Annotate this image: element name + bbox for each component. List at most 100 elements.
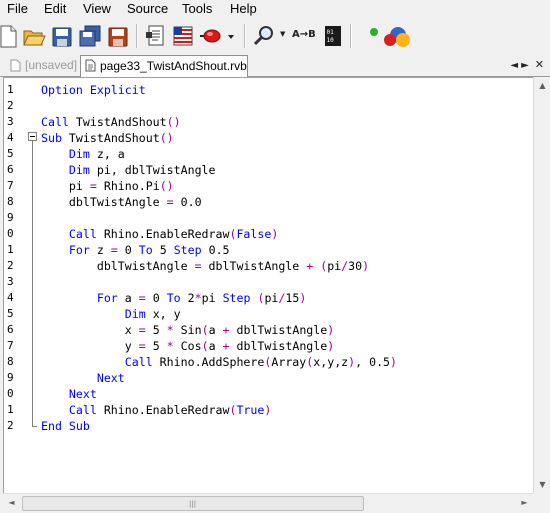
binary-icon[interactable]: 01 10 bbox=[324, 23, 342, 49]
save-all-icon[interactable] bbox=[78, 23, 102, 49]
scroll-right-icon[interactable]: ► bbox=[516, 494, 533, 511]
code-operator: ) bbox=[390, 355, 398, 369]
line-number: 4 bbox=[7, 131, 14, 144]
tab-unsaved[interactable]: [unsaved] bbox=[6, 56, 78, 75]
code-line[interactable]: Call TwistAndShout() bbox=[41, 114, 181, 130]
code-keyword: End Sub bbox=[41, 419, 90, 433]
code-line[interactable]: Dim x, y bbox=[41, 306, 181, 322]
find-icon[interactable] bbox=[252, 23, 276, 49]
line-number: 0 bbox=[7, 387, 14, 400]
open-folder-icon[interactable] bbox=[22, 23, 46, 49]
code-line[interactable]: End Sub bbox=[41, 418, 90, 434]
code-line[interactable]: x = 5 * Sin(a + dblTwistAngle) bbox=[41, 322, 334, 338]
code-operator: = bbox=[110, 243, 118, 257]
code-keyword: Dim bbox=[124, 307, 146, 321]
line-number: 7 bbox=[7, 179, 14, 192]
code-editor[interactable]: 1 Option Explicit 2 3 Call TwistAndShout() 4 S… bbox=[3, 77, 535, 495]
code-operator: ) bbox=[271, 227, 279, 241]
scroll-up-icon[interactable]: ▲ bbox=[534, 77, 550, 94]
menu-view[interactable]: View bbox=[83, 1, 111, 17]
code-operator: ) bbox=[327, 339, 335, 353]
code-line[interactable]: Dim z, a bbox=[41, 146, 125, 162]
code-text: dblTwistAngle bbox=[229, 339, 328, 353]
code-line[interactable]: Next bbox=[41, 370, 125, 386]
menu-source[interactable]: Source bbox=[127, 1, 168, 17]
tab-scroll-left-icon[interactable]: ◄ bbox=[510, 60, 518, 71]
code-line[interactable]: Sub TwistAndShout() bbox=[41, 130, 174, 146]
fold-end bbox=[32, 426, 37, 427]
code-text: x bbox=[41, 323, 139, 337]
code-line[interactable]: Call Rhino.EnableRedraw(True) bbox=[41, 402, 271, 418]
dropdown-icon[interactable] bbox=[224, 23, 238, 49]
code-keyword: To bbox=[166, 291, 181, 305]
code-operator: = bbox=[89, 179, 97, 193]
run-script-icon[interactable] bbox=[198, 23, 222, 49]
fold-toggle-icon[interactable] bbox=[28, 132, 37, 141]
code-text: 30 bbox=[348, 259, 363, 273]
line-number: 2 bbox=[7, 99, 14, 112]
code-operator: ) bbox=[264, 403, 272, 417]
code-line[interactable]: Option Explicit bbox=[41, 82, 146, 98]
code-line[interactable]: dblTwistAngle = 0.0 bbox=[41, 194, 202, 210]
tab-label: [unsaved] bbox=[25, 58, 78, 72]
code-line[interactable]: Next bbox=[41, 386, 97, 402]
line-number: 7 bbox=[7, 339, 14, 352]
scroll-down-icon[interactable]: ▼ bbox=[534, 476, 550, 493]
code-line[interactable]: For a = 0 To 2*pi Step (pi/15) bbox=[41, 290, 307, 306]
code-line[interactable]: dblTwistAngle = dblTwistAngle + (pi/30) bbox=[41, 258, 369, 274]
save-as-icon[interactable] bbox=[106, 23, 130, 49]
rhino-objects-icon[interactable] bbox=[366, 23, 414, 49]
svg-text:01: 01 bbox=[327, 29, 335, 36]
line-number: 8 bbox=[7, 195, 14, 208]
code-text: a bbox=[117, 291, 139, 305]
tab-scroll-right-icon[interactable]: ► bbox=[521, 60, 529, 71]
menu-help[interactable]: Help bbox=[230, 1, 257, 17]
line-number: 4 bbox=[7, 291, 14, 304]
svg-text:10: 10 bbox=[327, 37, 335, 44]
menu-tools[interactable]: Tools bbox=[182, 1, 212, 17]
code-line[interactable]: Call Rhino.EnableRedraw(False) bbox=[41, 226, 278, 242]
code-operator: ) bbox=[362, 259, 370, 273]
line-number: 0 bbox=[7, 227, 14, 240]
code-text: y bbox=[41, 339, 139, 353]
save-icon[interactable] bbox=[50, 23, 74, 49]
flag-icon[interactable] bbox=[171, 23, 195, 49]
scroll-left-icon[interactable]: ◄ bbox=[3, 494, 20, 511]
tab-label: page33_TwistAndShout.rvb bbox=[100, 59, 247, 73]
code-keyword: Call bbox=[68, 403, 97, 417]
code-operator: ) bbox=[299, 291, 307, 305]
tab-active-file[interactable]: page33_TwistAndShout.rvb bbox=[80, 55, 248, 77]
page-setup-icon[interactable] bbox=[144, 23, 168, 49]
code-keyword: To bbox=[138, 243, 153, 257]
line-number: 3 bbox=[7, 275, 14, 288]
find-dropdown-icon[interactable]: ▼ bbox=[280, 30, 285, 38]
replace-icon[interactable]: A→B bbox=[292, 29, 316, 40]
menu-file[interactable]: File bbox=[7, 1, 28, 17]
code-operator: * bbox=[166, 323, 174, 337]
horizontal-scroll-thumb[interactable]: ||| bbox=[22, 496, 364, 511]
tab-close-icon[interactable]: ✕ bbox=[535, 58, 544, 71]
code-text: 15 bbox=[285, 291, 300, 305]
code-line[interactable]: pi = Rhino.Pi() bbox=[41, 178, 174, 194]
code-text: 5 bbox=[152, 243, 174, 257]
code-text: z bbox=[89, 243, 111, 257]
code-operator: = bbox=[166, 195, 174, 209]
code-line[interactable]: Dim pi, dblTwistAngle bbox=[41, 162, 216, 178]
vertical-scrollbar[interactable]: ▲ ▼ bbox=[533, 77, 550, 493]
code-line[interactable]: y = 5 * Cos(a + dblTwistAngle) bbox=[41, 338, 334, 354]
fold-line bbox=[32, 141, 33, 426]
new-file-icon[interactable] bbox=[0, 23, 20, 49]
code-line[interactable]: For z = 0 To 5 Step 0.5 bbox=[41, 242, 230, 258]
code-operator: + bbox=[222, 323, 230, 337]
line-number: 8 bbox=[7, 355, 14, 368]
horizontal-scrollbar[interactable]: ◄ ||| ► bbox=[3, 493, 533, 511]
tab-navigation: ◄ ► ✕ bbox=[507, 58, 544, 72]
code-text: pi bbox=[327, 259, 342, 273]
code-line[interactable]: Call Rhino.AddSphere(Array(x,y,z), 0.5) bbox=[41, 354, 397, 370]
menu-edit[interactable]: Edit bbox=[44, 1, 66, 17]
